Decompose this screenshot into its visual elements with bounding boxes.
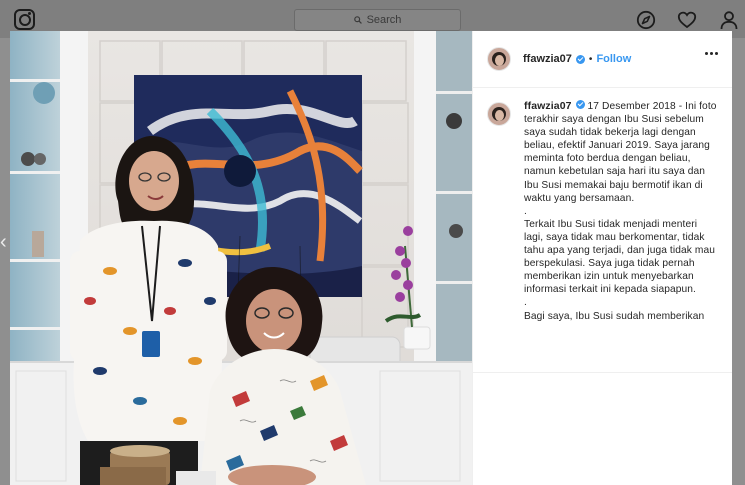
post-image: [10, 31, 472, 485]
post-date: 17 Desember 2018: [587, 101, 676, 112]
follow-button[interactable]: Follow: [596, 53, 631, 65]
search-input[interactable]: Search: [294, 9, 461, 31]
more-options-icon[interactable]: [705, 52, 718, 55]
author-avatar[interactable]: [487, 47, 511, 71]
heart-icon[interactable]: [677, 10, 697, 30]
caption-text: ffawzia07 17 Desember 2018 - Ini foto te…: [524, 100, 718, 323]
caption-line-4: .: [524, 297, 527, 309]
search-placeholder: Search: [366, 14, 402, 26]
separator-dot: •: [588, 53, 593, 65]
caption-username[interactable]: ffawzia07: [524, 100, 572, 112]
post-photo: [10, 31, 472, 485]
post-header: ffawzia07 • Follow: [473, 31, 732, 88]
caption-verified-badge-icon: [575, 100, 585, 109]
caption-line-2: .: [524, 205, 527, 217]
caption-line-5: Bagi saya, Ibu Susi sudah memberikan: [524, 310, 705, 322]
previous-post-arrow-icon[interactable]: ‹: [0, 232, 7, 252]
post-modal: ffawzia07 • Follow ffawzia07 17 Desember…: [10, 31, 732, 485]
caption-line-1: - Ini foto terakhir saya dengan Ibu Susi…: [524, 101, 717, 204]
instagram-logo-icon[interactable]: [14, 9, 35, 30]
author-username[interactable]: ffawzia07: [523, 53, 572, 65]
search-icon: [353, 16, 362, 24]
profile-icon[interactable]: [719, 10, 739, 30]
caption-author-avatar[interactable]: [487, 102, 511, 126]
verified-badge-icon: [575, 54, 585, 64]
post-side-panel: ffawzia07 • Follow ffawzia07 17 Desember…: [472, 31, 732, 485]
caption-line-3: Terkait Ibu Susi tidak menjadi menteri l…: [524, 218, 716, 296]
caption-section: ffawzia07 17 Desember 2018 - Ini foto te…: [473, 88, 732, 373]
caption-paragraph: ffawzia07 17 Desember 2018 - Ini foto te…: [524, 100, 718, 205]
explore-compass-icon[interactable]: [636, 10, 656, 30]
